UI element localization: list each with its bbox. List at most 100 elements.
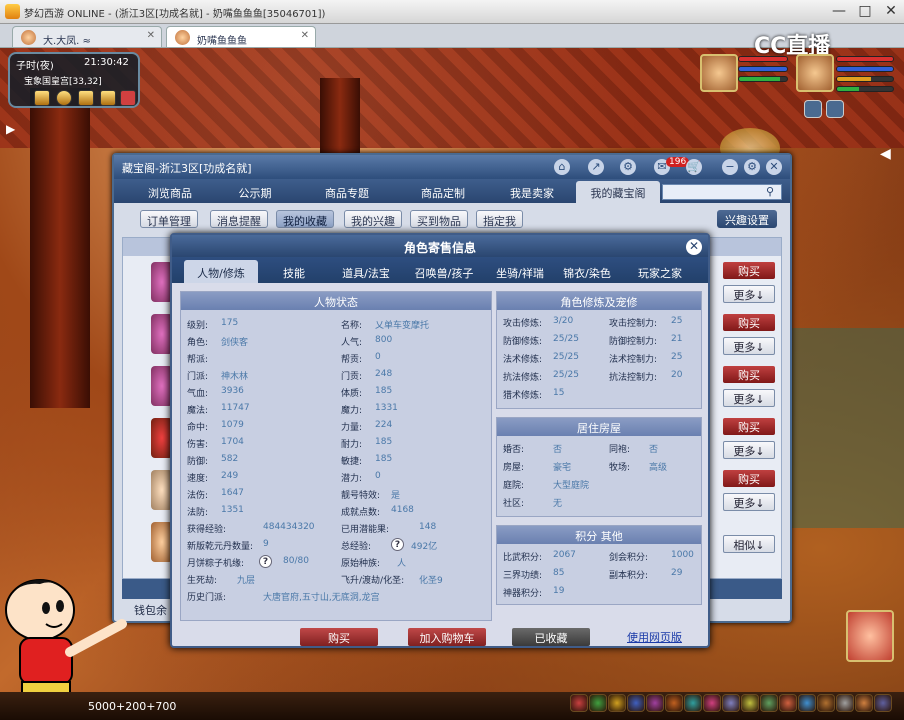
field-value: 2067	[553, 550, 576, 560]
tab-outfits[interactable]: 锦衣/染色	[556, 260, 618, 283]
globe-icon[interactable]	[56, 90, 72, 106]
section-header: 角色修炼及宠修	[497, 292, 701, 310]
status-row: 耐力: 185	[341, 437, 392, 450]
interest-settings-button[interactable]: 兴趣设置	[717, 210, 777, 228]
field-value: 11747	[221, 403, 250, 413]
help-icon[interactable]: ?	[259, 555, 272, 568]
close-icon[interactable]: ✕	[147, 30, 155, 41]
hotkey-slot-icon[interactable]	[722, 694, 740, 712]
buy-button[interactable]: 购买	[723, 262, 775, 279]
search-icon[interactable]: ⚲	[766, 185, 774, 198]
settings-icon[interactable]	[804, 100, 822, 118]
my-favorites-button[interactable]: 我的收藏	[276, 210, 334, 228]
tab-browse[interactable]: 浏览商品	[130, 181, 210, 203]
buy-button[interactable]: 购买	[723, 418, 775, 435]
tab-mounts[interactable]: 坐骑/祥瑞	[484, 260, 556, 283]
hotkey-slot-icon[interactable]	[608, 694, 626, 712]
purchased-items-button[interactable]: 买到物品	[410, 210, 468, 228]
tab-character[interactable]: 人物/修炼	[184, 260, 258, 283]
close-icon[interactable]: ✕	[301, 30, 309, 41]
field-value: 185	[375, 386, 393, 396]
shop-icon[interactable]: ⌂	[554, 159, 570, 175]
tab-items[interactable]: 道具/法宝	[330, 260, 402, 283]
more-button[interactable]: 更多↓	[723, 285, 775, 303]
npc-portrait[interactable]	[846, 610, 894, 662]
help-icon[interactable]: ?	[391, 538, 404, 551]
more-button[interactable]: 更多↓	[723, 441, 775, 459]
mail-icon[interactable]	[34, 90, 50, 106]
hotkey-slot-icon[interactable]	[760, 694, 778, 712]
tab-home[interactable]: 玩家之家	[624, 260, 696, 283]
hotkey-slot-icon[interactable]	[836, 694, 854, 712]
cart-icon[interactable]: 🛒	[686, 159, 702, 175]
field-label: 法术控制力:	[609, 355, 658, 365]
more-button[interactable]: 更多↓	[723, 493, 775, 511]
tab-1[interactable]: 大.大凤. ≈ ✕	[12, 26, 162, 47]
minimize-button[interactable]: —	[826, 3, 852, 20]
buy-button[interactable]: 购买	[300, 628, 378, 646]
buy-button[interactable]: 购买	[723, 366, 775, 383]
more-button[interactable]: 更多↓	[723, 337, 775, 355]
hotkey-slot-icon[interactable]	[779, 694, 797, 712]
share-icon[interactable]: ↗	[588, 159, 604, 175]
field-label: 气血:	[187, 389, 209, 399]
field-value: 九层	[237, 576, 256, 586]
collected-button[interactable]: 已收藏	[512, 628, 590, 646]
add-to-cart-button[interactable]: 加入购物车	[408, 628, 486, 646]
order-management-button[interactable]: 订单管理	[140, 210, 198, 228]
hotkey-slot-icon[interactable]	[798, 694, 816, 712]
hotkey-slot-icon[interactable]	[684, 694, 702, 712]
hotkey-slot-icon[interactable]	[817, 694, 835, 712]
hotkey-slot-icon[interactable]	[703, 694, 721, 712]
status-row: 靓号特效: 是	[341, 488, 400, 501]
more-button[interactable]: 更多↓	[723, 389, 775, 407]
hotkey-slot-icon[interactable]	[741, 694, 759, 712]
settings-icon[interactable]: ⚙	[744, 159, 760, 175]
hotkey-slot-icon[interactable]	[589, 694, 607, 712]
my-interests-button[interactable]: 我的兴趣	[344, 210, 402, 228]
maximize-button[interactable]: □	[852, 3, 878, 20]
team-icon[interactable]	[826, 100, 844, 118]
tab-skills[interactable]: 技能	[264, 260, 324, 283]
minimize-icon[interactable]: −	[722, 159, 738, 175]
designated-me-button[interactable]: 指定我	[476, 210, 523, 228]
close-icon[interactable]: ✕	[766, 159, 782, 175]
field-value: 85	[553, 568, 565, 578]
tab-announcement[interactable]: 公示期	[220, 181, 290, 203]
field-label: 同袍:	[609, 445, 631, 455]
pet-portrait[interactable]	[700, 54, 738, 92]
book-icon[interactable]	[100, 90, 116, 106]
tab-topics[interactable]: 商品专题	[304, 181, 390, 203]
gear-icon[interactable]: ⚙	[620, 159, 636, 175]
hotkey-slot-icon[interactable]	[855, 694, 873, 712]
web-version-link[interactable]: 使用网页版	[627, 629, 682, 645]
minimap[interactable]: 子时(夜) 21:30:42 宝象国皇宫[33,32]	[8, 52, 140, 108]
buy-button[interactable]: 购买	[723, 314, 775, 331]
backpack-icon[interactable]	[78, 90, 94, 106]
hotkey-slot-icon[interactable]	[570, 694, 588, 712]
hotkey-slot-icon[interactable]	[874, 694, 892, 712]
close-icon[interactable]: ✕	[686, 239, 702, 255]
tab-custom[interactable]: 商品定制	[400, 181, 486, 203]
tab-seller[interactable]: 我是卖家	[490, 181, 574, 203]
expand-arrow-icon[interactable]: ▶	[6, 122, 20, 138]
close-button[interactable]: ✕	[878, 3, 904, 20]
tab-my-pavilion[interactable]: 我的藏宝阁	[576, 181, 660, 203]
buy-button[interactable]: 购买	[723, 470, 775, 487]
player-portrait[interactable]	[796, 54, 834, 92]
tab-2[interactable]: 奶嘴鱼鱼鱼 ✕	[166, 26, 316, 47]
search-input[interactable]	[662, 184, 782, 200]
field-label: 体质:	[341, 389, 363, 399]
collapse-arrow-icon[interactable]: ◀	[880, 146, 900, 166]
field-value: 0	[375, 471, 381, 481]
hotkey-slot-icon[interactable]	[627, 694, 645, 712]
similar-button[interactable]: 相似↓	[723, 535, 775, 553]
hotkey-slot-icon[interactable]	[665, 694, 683, 712]
hotkey-slot-icon[interactable]	[646, 694, 664, 712]
calendar-icon[interactable]	[120, 90, 136, 106]
status-row: 帮贡: 0	[341, 352, 381, 365]
tab-pets[interactable]: 召唤兽/孩子	[404, 260, 484, 283]
message-reminder-button[interactable]: 消息提醒	[210, 210, 268, 228]
field-label: 神器积分:	[503, 589, 543, 599]
field-value: 人	[397, 559, 407, 569]
